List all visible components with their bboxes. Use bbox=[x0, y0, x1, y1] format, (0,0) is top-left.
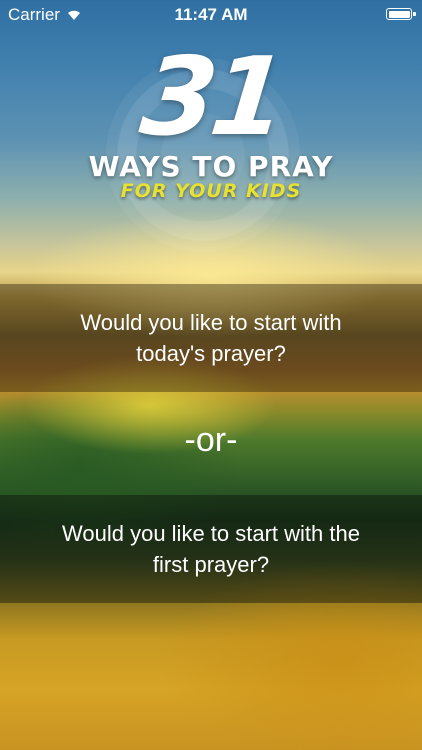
logo-number: 31 bbox=[135, 35, 287, 160]
or-separator: -or- bbox=[184, 421, 238, 459]
start-first-label: Would you like to start with the first p… bbox=[62, 521, 360, 577]
battery-fill bbox=[388, 10, 410, 18]
status-time: 11:47 AM bbox=[174, 5, 248, 24]
app-logo: 31 WAYS TO PRAY FOR YOUR KIDS bbox=[0, 30, 422, 252]
start-first-button[interactable]: Would you like to start with the first p… bbox=[0, 495, 422, 603]
logo-subtitle: FOR YOUR KIDS bbox=[120, 180, 302, 202]
battery-icon bbox=[386, 8, 416, 20]
start-today-label: Would you like to start with today's pra… bbox=[80, 310, 342, 366]
logo-title: WAYS TO PRAY bbox=[88, 150, 334, 183]
status-bar: Carrier 11:47 AM bbox=[0, 0, 422, 30]
start-today-button[interactable]: Would you like to start with today's pra… bbox=[0, 284, 422, 392]
